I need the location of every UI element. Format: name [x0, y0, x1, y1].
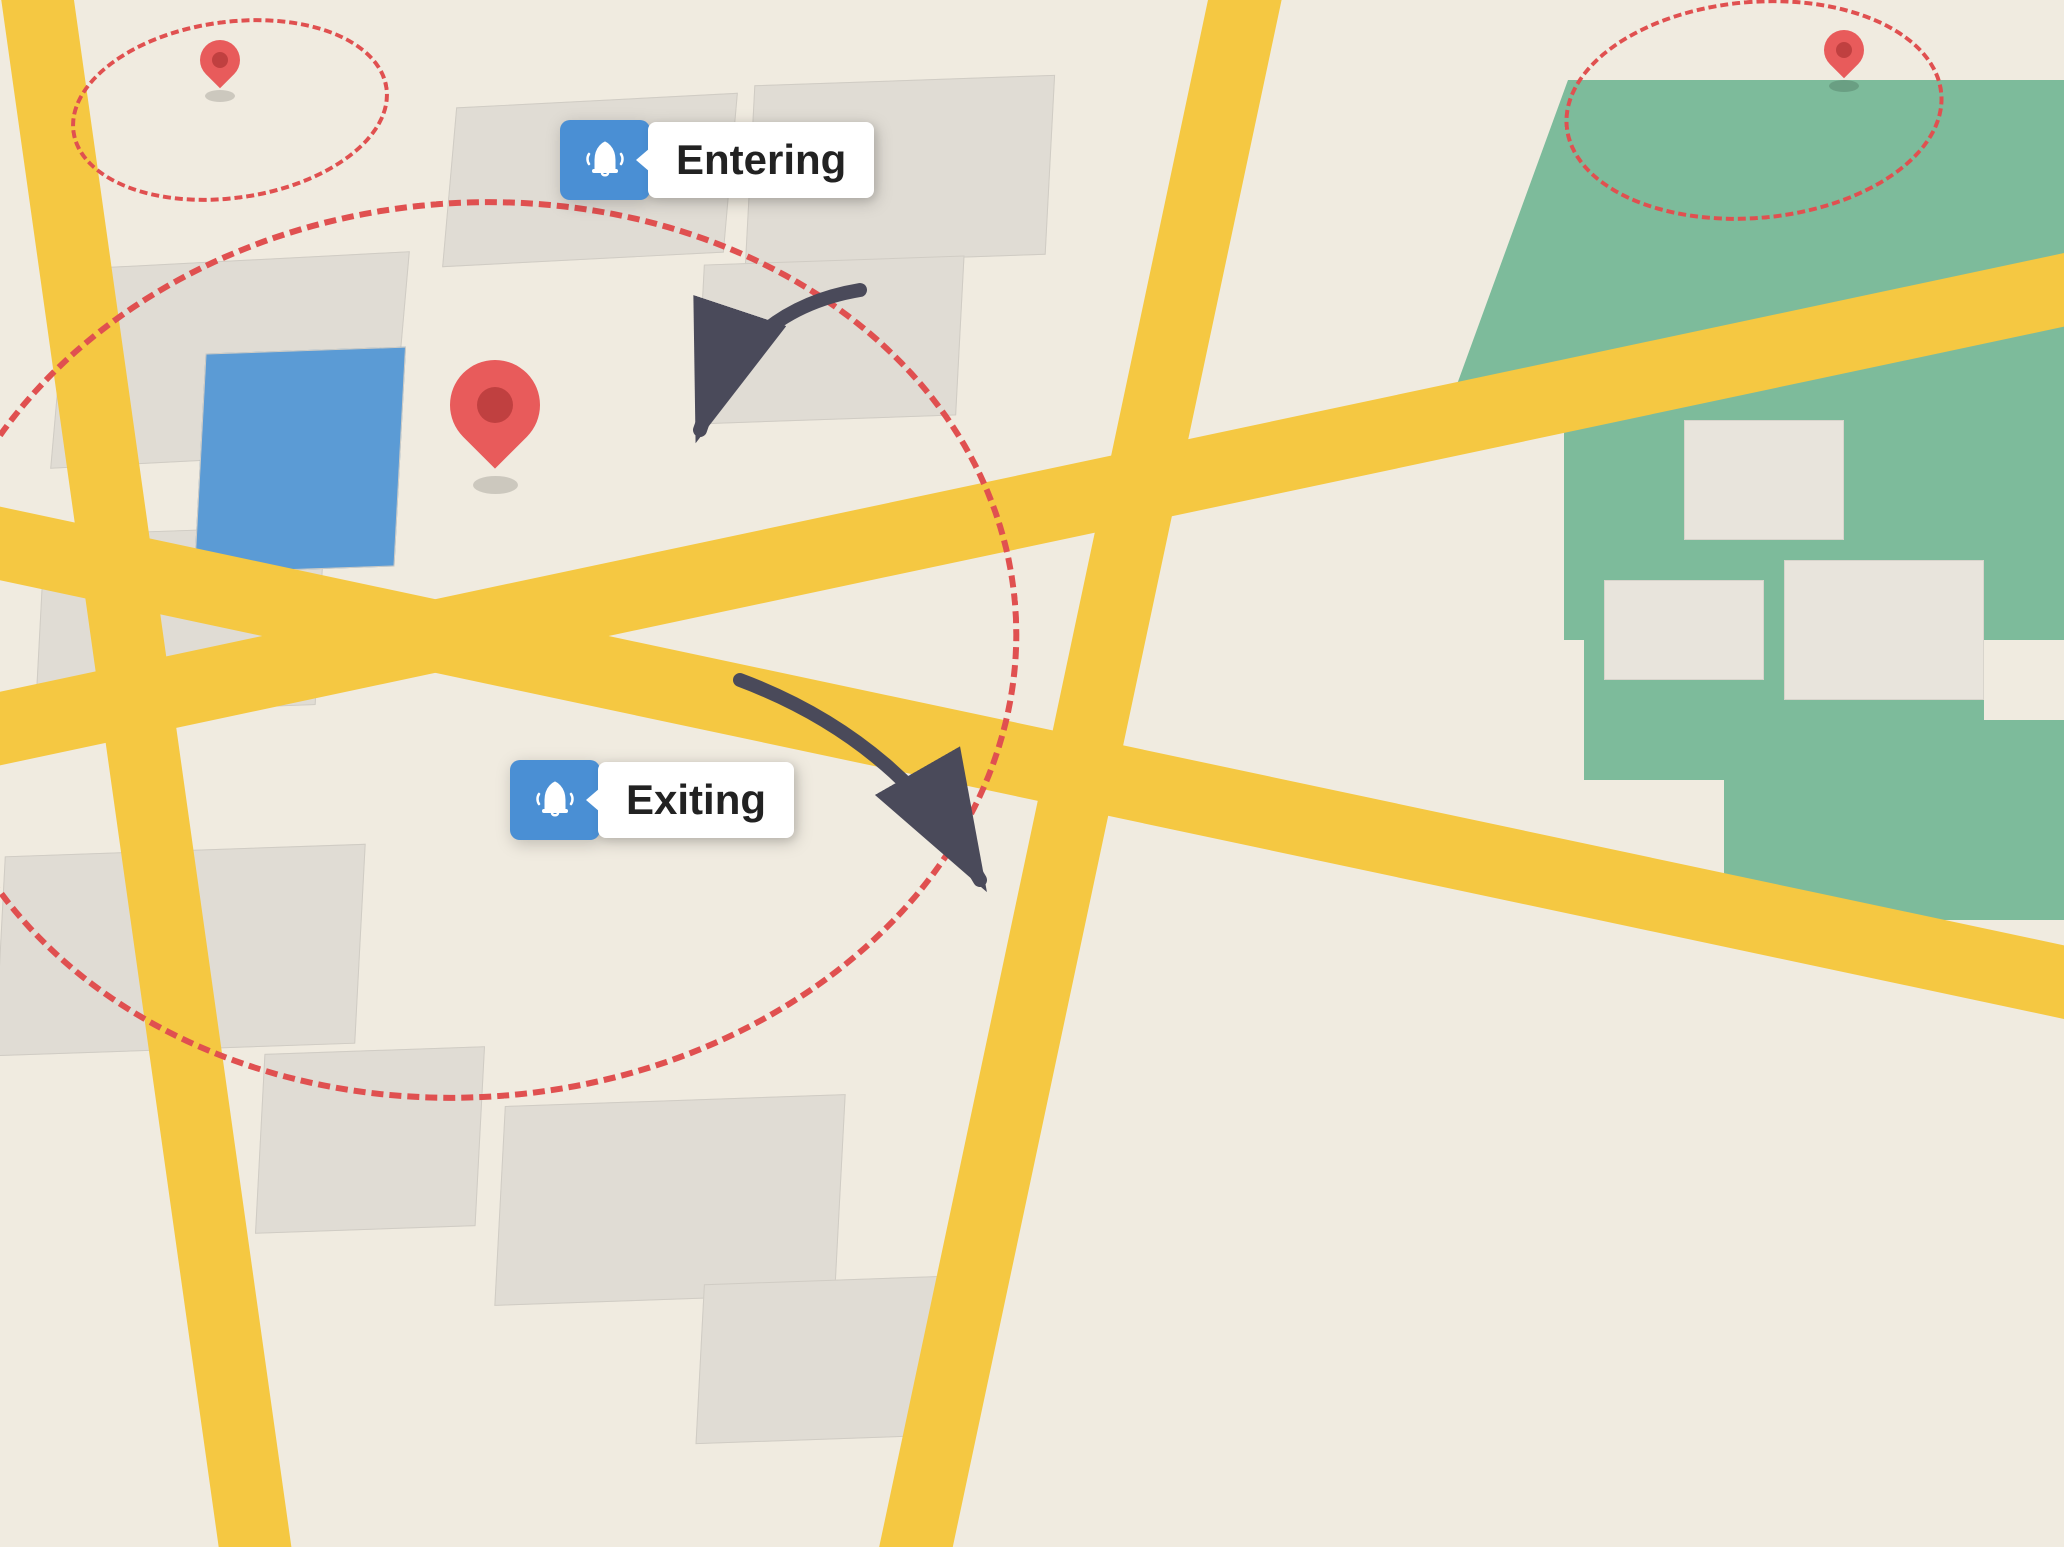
map-container: Entering Exiting — [0, 0, 2064, 1547]
map-block — [1684, 420, 1844, 540]
map-block — [1784, 560, 1984, 700]
map-block — [494, 1094, 845, 1306]
exiting-notification: Exiting — [510, 760, 794, 840]
entering-label: Entering — [648, 122, 874, 198]
location-pin-main — [450, 360, 540, 494]
entering-notification: Entering — [560, 120, 874, 200]
location-pin-tr — [1824, 30, 1864, 92]
entering-arrow — [660, 270, 920, 490]
exiting-label: Exiting — [598, 762, 794, 838]
geofence-small-tl — [59, 0, 401, 221]
location-pin-tl — [200, 40, 240, 102]
map-block — [1604, 580, 1764, 680]
